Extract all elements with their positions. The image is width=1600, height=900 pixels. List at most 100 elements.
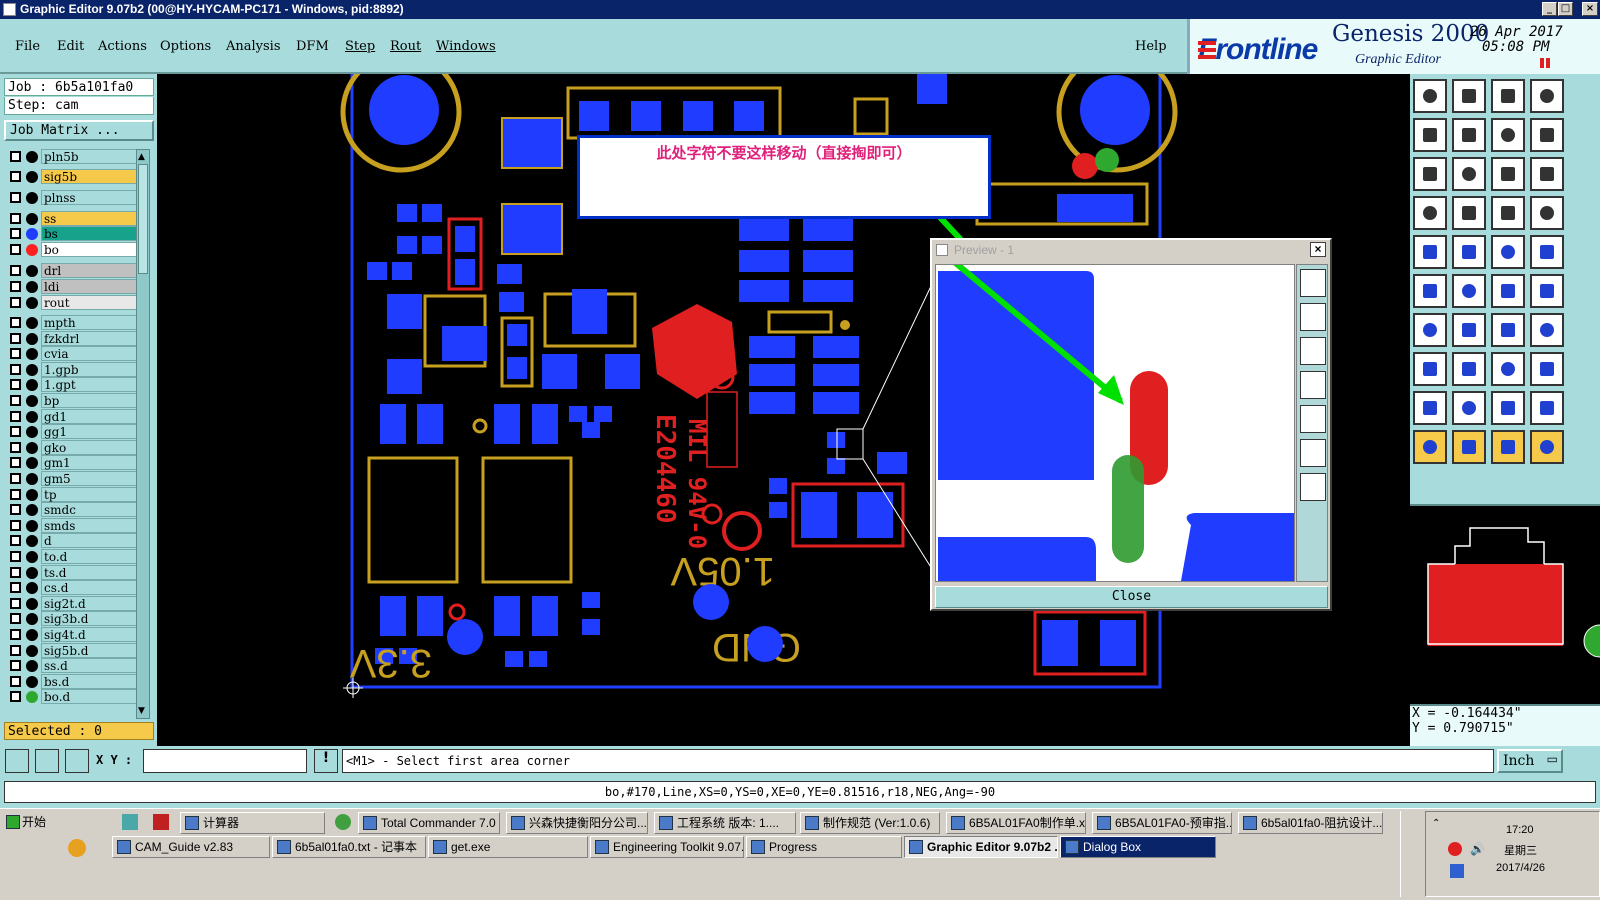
layer-name[interactable]: smds <box>41 517 144 533</box>
layer-name[interactable]: bo.d <box>41 689 144 705</box>
menu-edit[interactable]: Edit <box>57 39 84 54</box>
layer-merge-icon[interactable] <box>1530 196 1564 230</box>
grid-icon[interactable] <box>65 749 89 773</box>
layer-checkbox[interactable] <box>10 213 21 224</box>
taskbar-item[interactable]: get.exe <box>428 836 588 858</box>
preview-close-button[interactable]: Close <box>935 586 1328 608</box>
add-line-icon[interactable] <box>1491 274 1525 308</box>
layer-checkbox[interactable] <box>10 504 21 516</box>
taskbar-item[interactable]: 6B5AL01FA0制作单.x... <box>946 812 1086 834</box>
layer-checkbox[interactable] <box>10 488 21 500</box>
layer-checkbox[interactable] <box>10 551 21 562</box>
pad-add-icon[interactable] <box>1413 352 1447 386</box>
layer-name[interactable]: plnss <box>41 190 144 205</box>
layer-color-indicator[interactable] <box>26 332 38 345</box>
taskbar-item[interactable]: 兴森快捷衡阳分公司... <box>506 812 648 834</box>
layer-name[interactable]: gm5 <box>41 471 144 486</box>
taskbar-item[interactable]: 6B5AL01FA0-预审指... <box>1092 812 1232 834</box>
minimize-icon[interactable]: _ <box>1542 2 1557 16</box>
delete-icon[interactable] <box>1452 274 1486 308</box>
preview-zoom-in-icon[interactable] <box>1300 439 1326 467</box>
layer-scrollbar[interactable]: ▲ ▼ <box>136 149 150 719</box>
layer-checkbox[interactable] <box>10 426 21 438</box>
diagonal-line-icon[interactable] <box>1452 313 1486 347</box>
menu-help[interactable]: Help <box>1135 39 1167 54</box>
scroll-up-icon[interactable]: ▲ <box>138 152 148 162</box>
layer-name[interactable]: ldi <box>41 279 144 294</box>
layer-checkbox[interactable] <box>10 192 21 203</box>
home-icon[interactable] <box>1491 79 1525 113</box>
layer-row[interactable]: sig2t.d <box>4 595 144 611</box>
layer-color-indicator[interactable] <box>26 297 38 309</box>
rotate-icon[interactable] <box>1491 118 1525 152</box>
layer-row[interactable]: bs.d <box>4 673 144 689</box>
ruler-icon[interactable] <box>1491 235 1525 269</box>
layer-checkbox[interactable] <box>10 228 21 239</box>
layer-row[interactable]: pln5b <box>4 149 144 164</box>
pointer-multi-icon[interactable] <box>1530 430 1564 464</box>
layer-color-indicator[interactable] <box>26 281 38 293</box>
layer-checkbox[interactable] <box>10 410 21 422</box>
layer-name[interactable]: gm1 <box>41 455 144 471</box>
layer-checkbox[interactable] <box>10 566 21 578</box>
taskbar-item[interactable]: Dialog Box <box>1060 836 1216 858</box>
layer-checkbox[interactable] <box>10 660 21 672</box>
layer-checkbox[interactable] <box>10 457 21 469</box>
triangle-b-icon[interactable] <box>1491 391 1525 425</box>
menu-file[interactable]: File <box>15 39 40 54</box>
taskbar-item[interactable]: Engineering Toolkit 9.07... <box>590 836 744 858</box>
layer-row[interactable]: sig4t.d <box>4 627 144 642</box>
layer-row[interactable]: cvia <box>4 346 144 362</box>
layer-name[interactable]: mpth <box>41 315 144 330</box>
taskbar-item[interactable]: CAM_Guide v2.83 <box>112 836 270 858</box>
layer-color-indicator[interactable] <box>26 691 38 704</box>
triangle-a-icon[interactable] <box>1452 391 1486 425</box>
preview-pan-left-icon[interactable] <box>1300 371 1326 399</box>
preview-pan-up-icon[interactable] <box>1300 303 1326 331</box>
layer-color-indicator[interactable] <box>26 317 38 329</box>
taskbar-item[interactable]: 工程系统 版本: 1.... <box>654 812 796 834</box>
arc-icon[interactable] <box>1491 313 1525 347</box>
pointer-icon[interactable] <box>1413 430 1447 464</box>
layer-name[interactable]: ss.d <box>41 658 144 674</box>
layer-checkbox[interactable] <box>10 473 21 484</box>
layer-row[interactable]: 1.gpt <box>4 377 144 393</box>
preview-zoom-home-icon[interactable] <box>1300 269 1326 297</box>
layer-color-indicator[interactable] <box>26 192 38 204</box>
select-pad-icon[interactable] <box>1413 235 1447 269</box>
layer-checkbox[interactable] <box>10 363 21 375</box>
layer-row[interactable]: sig3b.d <box>4 611 144 627</box>
layer-name[interactable]: sig4t.d <box>41 627 144 642</box>
layer-color-indicator[interactable] <box>26 348 38 361</box>
preview-close-icon[interactable]: × <box>1310 242 1326 257</box>
layer-color-indicator[interactable] <box>26 473 38 485</box>
measure-icon[interactable] <box>1413 196 1447 230</box>
layer-checkbox[interactable] <box>10 244 21 255</box>
split-icon[interactable] <box>1530 79 1564 113</box>
layer-checkbox[interactable] <box>10 629 21 640</box>
pdf-icon[interactable] <box>153 814 169 830</box>
layer-color-indicator[interactable] <box>26 379 38 392</box>
layer-row[interactable]: bo <box>4 242 144 257</box>
close-icon[interactable]: × <box>1582 2 1598 16</box>
layer-checkbox[interactable] <box>10 332 21 344</box>
layer-row[interactable]: ss <box>4 211 144 226</box>
layer-name[interactable]: 1.gpb <box>41 361 144 377</box>
layer-row[interactable]: fzkdrl <box>4 330 144 346</box>
scroll-thumb[interactable] <box>138 164 148 274</box>
taskbar-item[interactable]: 制作规范 (Ver:1.0.6) <box>800 812 940 834</box>
taskbar-item[interactable]: Total Commander 7.0 ... <box>358 812 500 834</box>
layer-checkbox[interactable] <box>10 151 21 162</box>
layer-name[interactable]: rout <box>41 295 144 310</box>
menu-windows[interactable]: Windows <box>436 39 496 54</box>
layer-color-indicator[interactable] <box>26 613 38 626</box>
layer-checkbox[interactable] <box>10 317 21 328</box>
layer-name[interactable]: gko <box>41 439 144 455</box>
tray-app-icon[interactable] <box>1450 864 1464 878</box>
layer-checkbox[interactable] <box>10 582 21 594</box>
scroll-down-icon[interactable]: ▼ <box>138 706 148 716</box>
triangle-icon[interactable] <box>1413 391 1447 425</box>
layer-color-indicator[interactable] <box>26 519 38 532</box>
snap-angle-icon[interactable] <box>35 749 59 773</box>
layer-checkbox[interactable] <box>10 379 21 391</box>
